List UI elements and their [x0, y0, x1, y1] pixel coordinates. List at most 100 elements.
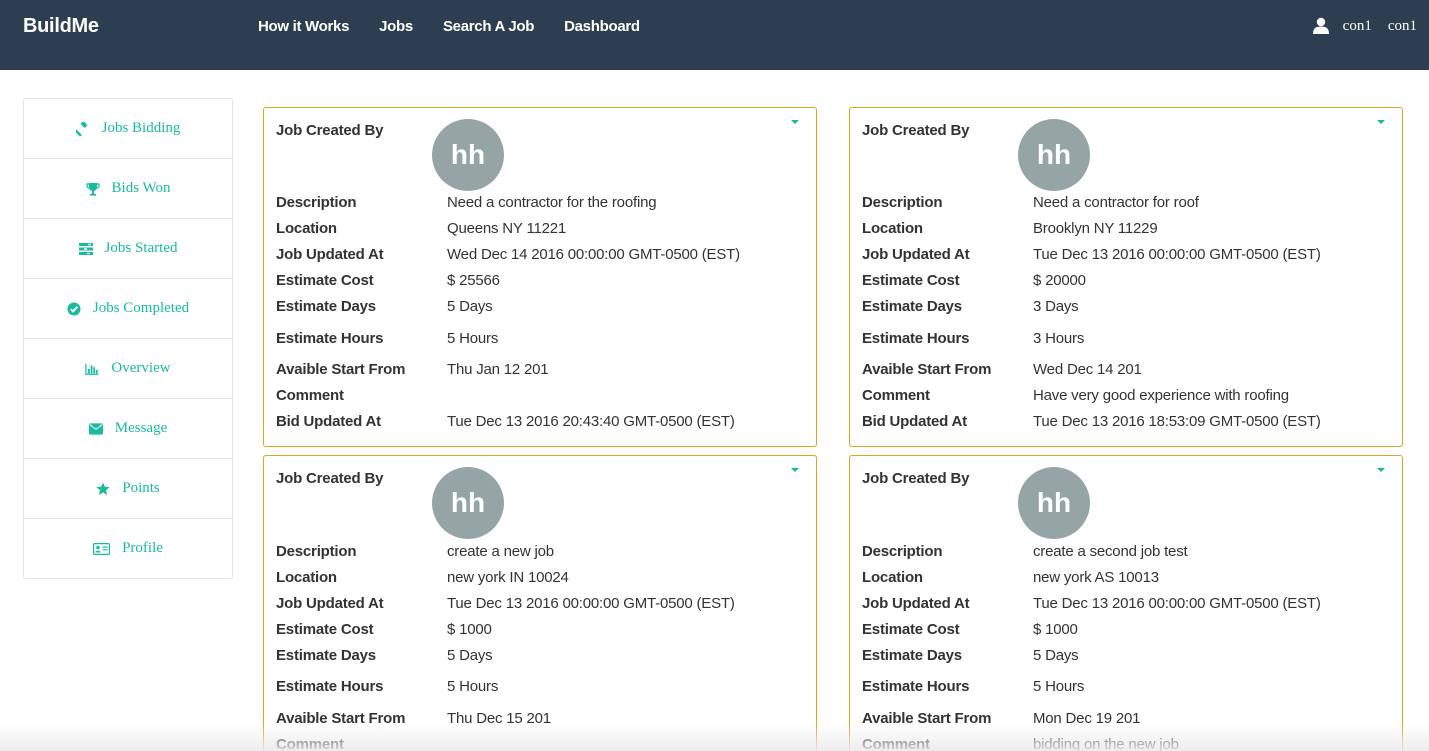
- comment-label: Comment: [276, 387, 344, 404]
- location-label: Location: [276, 220, 337, 237]
- sidebar-item-label: Bids Won: [111, 180, 171, 196]
- location-value: Queens NY 11221: [447, 220, 567, 237]
- days-label: Estimate Days: [862, 298, 962, 315]
- bid-card: Job Created By hh Description Need a cont…: [849, 107, 1403, 447]
- bar-chart-icon: [85, 362, 99, 376]
- bid-card: Job Created By hh Description create a ne…: [263, 455, 817, 751]
- created-by-label: Job Created By: [276, 122, 384, 139]
- description-value: Need a contractor for the roofing: [447, 194, 657, 211]
- location-value: new york AS 10013: [1033, 569, 1159, 586]
- comment-value: Have very good experience with roofing: [1033, 387, 1289, 404]
- start-value: Thu Jan 12 201: [447, 361, 549, 378]
- trophy-icon: [85, 182, 100, 196]
- check-circle-icon: [67, 302, 81, 316]
- location-label: Location: [276, 569, 337, 586]
- hours-label: Estimate Hours: [276, 330, 384, 347]
- hours-label: Estimate Hours: [862, 678, 970, 695]
- nav-how-it-works[interactable]: How it Works: [258, 18, 349, 35]
- nav-jobs[interactable]: Jobs: [379, 18, 413, 35]
- comment-label: Comment: [862, 736, 930, 751]
- days-value: 3 Days: [1033, 298, 1079, 315]
- job-updated-label: Job Updated At: [276, 246, 384, 263]
- sidebar-item-label: Jobs Bidding: [101, 120, 181, 136]
- user-menu[interactable]: con1 con1: [1312, 17, 1417, 35]
- comment-label: Comment: [276, 736, 344, 751]
- sidebar-item-jobs-started[interactable]: Jobs Started: [24, 219, 232, 279]
- cost-value: $ 25566: [447, 272, 500, 289]
- hours-label: Estimate Hours: [276, 678, 384, 695]
- cost-label: Estimate Cost: [276, 621, 374, 638]
- star-icon: [96, 482, 110, 496]
- location-value: Brooklyn NY 11229: [1033, 220, 1158, 237]
- description-value: create a second job test: [1033, 543, 1188, 560]
- job-updated-label: Job Updated At: [862, 246, 970, 263]
- job-updated-value: Wed Dec 14 2016 00:00:00 GMT-0500 (EST): [447, 246, 740, 263]
- sidebar-item-label: Message: [114, 420, 168, 436]
- bid-updated-value: Tue Dec 13 2016 18:53:09 GMT-0500 (EST): [1033, 413, 1321, 430]
- job-updated-label: Job Updated At: [862, 595, 970, 612]
- days-label: Estimate Days: [276, 647, 376, 664]
- gavel-icon: [75, 121, 90, 136]
- avatar[interactable]: hh: [432, 467, 504, 539]
- start-label: Avaible Start From: [276, 361, 406, 378]
- comment-value: bidding on the new job: [1033, 736, 1179, 751]
- cost-value: $ 1000: [447, 621, 492, 638]
- created-by-label: Job Created By: [862, 122, 970, 139]
- sidebar-item-profile[interactable]: Profile: [24, 519, 232, 578]
- bid-card: Job Created By hh Description Need a cont…: [263, 107, 817, 447]
- caret-down-icon[interactable]: [1377, 120, 1385, 124]
- user-name[interactable]: con1: [1343, 18, 1372, 35]
- caret-down-icon[interactable]: [1377, 468, 1385, 472]
- caret-down-icon[interactable]: [791, 468, 799, 472]
- sidebar-item-label: Jobs Started: [104, 240, 178, 256]
- description-label: Description: [276, 194, 357, 211]
- bid-updated-label: Bid Updated At: [276, 413, 381, 430]
- sidebar-item-label: Profile: [122, 540, 163, 556]
- comment-label: Comment: [862, 387, 930, 404]
- brand-logo[interactable]: BuildMe: [23, 15, 99, 38]
- days-label: Estimate Days: [862, 647, 962, 664]
- avatar[interactable]: hh: [1018, 119, 1090, 191]
- cost-value: $ 20000: [1033, 272, 1086, 289]
- hours-value: 5 Hours: [447, 678, 499, 695]
- sidebar-item-points[interactable]: Points: [24, 459, 232, 519]
- avatar[interactable]: hh: [1018, 467, 1090, 539]
- days-value: 5 Days: [447, 298, 493, 315]
- description-label: Description: [862, 194, 943, 211]
- sidebar-item-bids-won[interactable]: Bids Won: [24, 159, 232, 219]
- location-label: Location: [862, 569, 923, 586]
- nav-dashboard[interactable]: Dashboard: [564, 18, 640, 35]
- sidebar-item-jobs-bidding[interactable]: Jobs Bidding: [24, 99, 232, 159]
- hours-label: Estimate Hours: [862, 330, 970, 347]
- sidebar-item-jobs-completed[interactable]: Jobs Completed: [24, 279, 232, 339]
- sidebar-item-overview[interactable]: Overview: [24, 339, 232, 399]
- tasks-icon: [78, 242, 93, 256]
- hours-value: 3 Hours: [1033, 330, 1085, 347]
- caret-down-icon[interactable]: [791, 120, 799, 124]
- job-updated-value: Tue Dec 13 2016 00:00:00 GMT-0500 (EST): [1033, 246, 1321, 263]
- envelope-icon: [88, 422, 103, 436]
- bid-updated-label: Bid Updated At: [862, 413, 967, 430]
- days-label: Estimate Days: [276, 298, 376, 315]
- hours-value: 5 Hours: [1033, 678, 1085, 695]
- sidebar-item-message[interactable]: Message: [24, 399, 232, 459]
- sidebar-item-label: Points: [122, 480, 160, 496]
- bid-card: Job Created By hh Description create a se…: [849, 455, 1403, 751]
- top-navbar: BuildMe How it Works Jobs Search A Job D…: [0, 0, 1429, 70]
- cost-value: $ 1000: [1033, 621, 1078, 638]
- cost-label: Estimate Cost: [862, 621, 960, 638]
- user-name-secondary[interactable]: con1: [1388, 18, 1417, 35]
- start-label: Avaible Start From: [276, 710, 406, 727]
- sidebar-item-label: Jobs Completed: [92, 300, 190, 316]
- days-value: 5 Days: [447, 647, 493, 664]
- nav-search-a-job[interactable]: Search A Job: [443, 18, 534, 35]
- hours-value: 5 Hours: [447, 330, 499, 347]
- avatar[interactable]: hh: [432, 119, 504, 191]
- job-updated-value: Tue Dec 13 2016 00:00:00 GMT-0500 (EST): [447, 595, 735, 612]
- id-card-icon: [93, 542, 111, 556]
- user-icon: [1312, 17, 1329, 34]
- job-updated-value: Tue Dec 13 2016 00:00:00 GMT-0500 (EST): [1033, 595, 1321, 612]
- start-value: Mon Dec 19 201: [1033, 710, 1141, 727]
- bid-updated-value: Tue Dec 13 2016 20:43:40 GMT-0500 (EST): [447, 413, 735, 430]
- start-label: Avaible Start From: [862, 361, 992, 378]
